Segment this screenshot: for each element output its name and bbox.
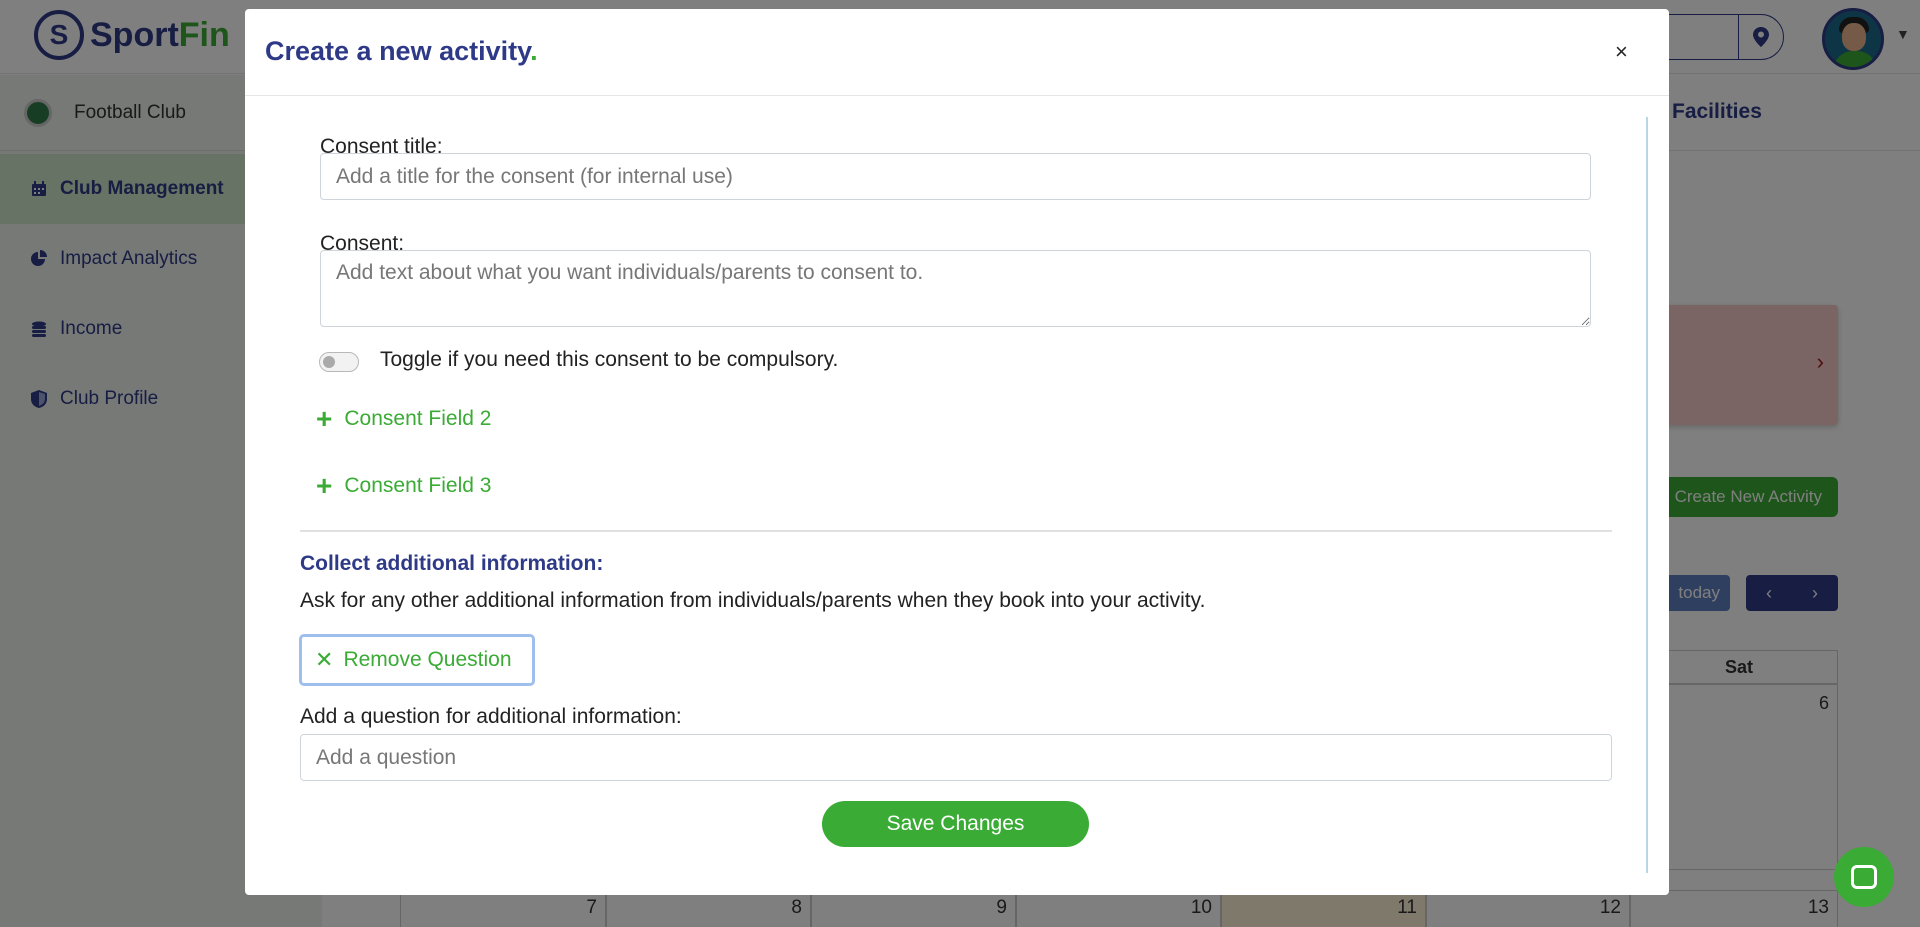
chat-button[interactable]	[1834, 847, 1894, 907]
close-icon[interactable]: ×	[1615, 39, 1628, 65]
remove-question-label: Remove Question	[343, 648, 512, 671]
scrollbar[interactable]	[1646, 117, 1648, 873]
modal-title: Create a new activity.	[265, 36, 538, 66]
create-activity-modal: Create a new activity. × Consent title: …	[245, 9, 1669, 895]
consent-title-input[interactable]	[320, 153, 1591, 200]
save-changes-button[interactable]: Save Changes	[822, 801, 1089, 847]
add-field-label: Consent Field 2	[344, 407, 492, 430]
plus-icon: +	[316, 470, 333, 501]
add-consent-field-3-button[interactable]: + Consent Field 3	[316, 472, 491, 500]
close-icon: ✕	[315, 647, 334, 672]
toggle-label: Toggle if you need this consent to be co…	[380, 348, 839, 371]
section-description: Ask for any other additional information…	[300, 589, 1206, 612]
remove-question-button[interactable]: ✕ Remove Question	[299, 634, 535, 686]
plus-icon: +	[316, 403, 333, 434]
question-label: Add a question for additional informatio…	[300, 705, 682, 728]
chat-icon	[1851, 865, 1877, 889]
compulsory-toggle[interactable]	[319, 352, 359, 372]
modal-header: Create a new activity. ×	[245, 9, 1669, 96]
add-field-label: Consent Field 3	[344, 474, 492, 497]
section-divider	[300, 530, 1612, 532]
question-input[interactable]	[300, 734, 1612, 781]
add-consent-field-2-button[interactable]: + Consent Field 2	[316, 405, 491, 433]
consent-textarea[interactable]	[320, 250, 1591, 327]
section-title: Collect additional information:	[300, 552, 604, 575]
